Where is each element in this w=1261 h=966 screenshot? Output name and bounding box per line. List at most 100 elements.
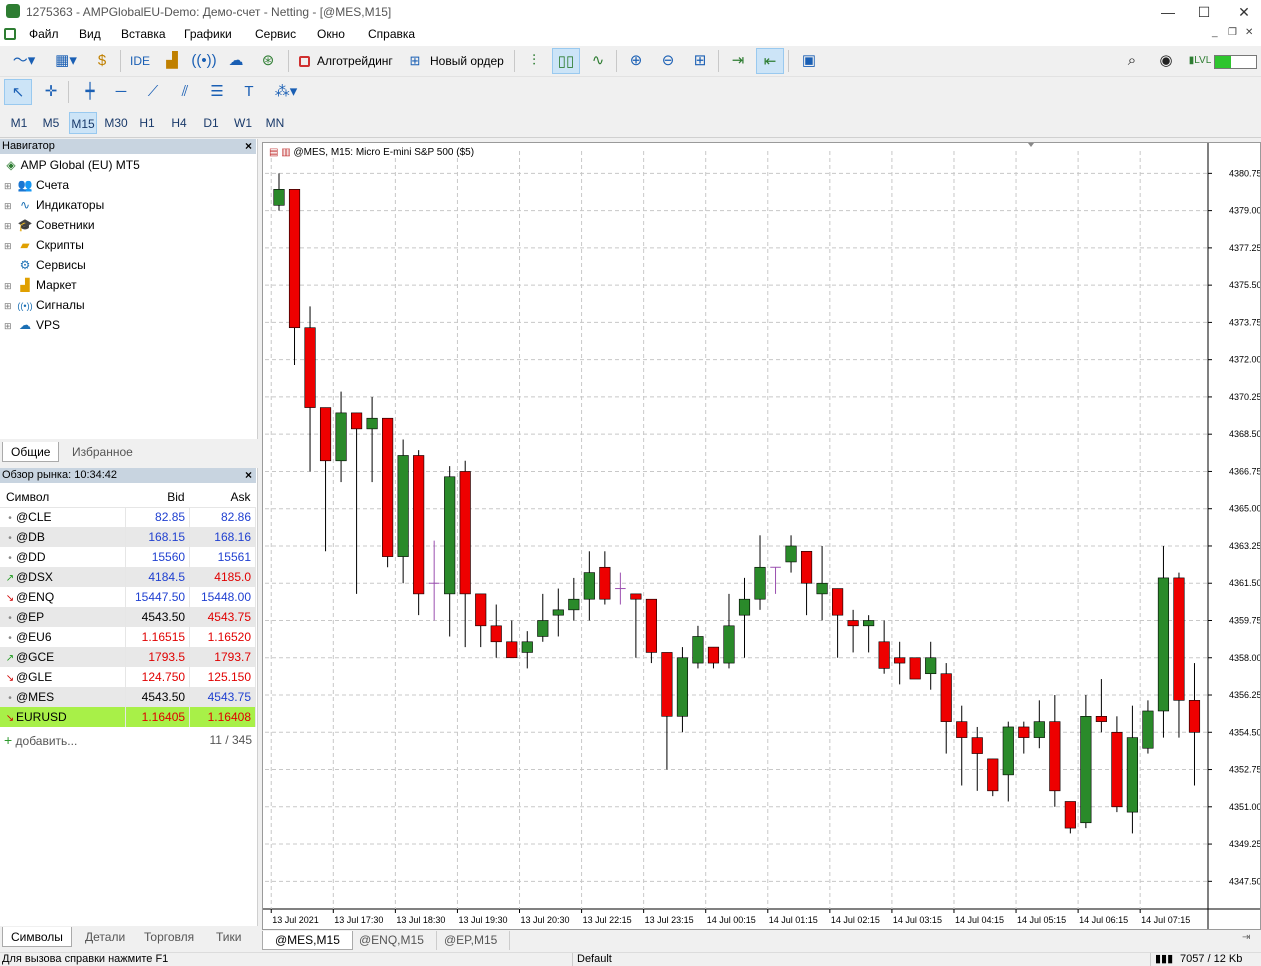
terminal-menu-icon[interactable] — [4, 28, 16, 40]
symbol-cell[interactable]: • @DB — [0, 527, 127, 547]
tabs-scroll-icon[interactable]: ⇥ — [1242, 932, 1250, 943]
timeframe-m1[interactable]: M1 — [5, 112, 33, 134]
new-order-icon[interactable]: ⊞ — [404, 48, 426, 74]
symbol-cell[interactable]: • @DD — [0, 547, 127, 567]
chart-tab-ep[interactable]: @EP,M15 — [432, 931, 511, 950]
expand-icon[interactable]: ⊞ — [4, 196, 14, 216]
chart-templates-icon[interactable]: ▦▾ — [46, 48, 86, 74]
close-button[interactable]: ✕ — [1221, 0, 1261, 24]
timeframe-m5[interactable]: M5 — [37, 112, 65, 134]
table-row[interactable]: • @EU6 1.16515 1.16520 — [0, 627, 256, 647]
symbol-cell[interactable]: • @MES — [0, 687, 127, 707]
symbol-cell[interactable]: ↗ @GCE — [0, 647, 127, 667]
mdi-close-button[interactable]: ✕ — [1245, 27, 1253, 38]
line-chart-icon[interactable]: ∿ — [584, 48, 612, 74]
nav-item-market[interactable]: ⊞ ▟ Маркет — [4, 275, 77, 295]
chart-props-icon[interactable]: ▥ — [281, 147, 290, 158]
chart-type-icon[interactable]: 〜▾ — [4, 48, 44, 74]
vps-cloud-icon[interactable]: ☁ — [222, 48, 250, 74]
symbol-cell[interactable]: • @CLE — [0, 507, 127, 527]
table-row[interactable]: ↗ @GCE 1793.5 1793.7 — [0, 647, 256, 667]
tab-ticks[interactable]: Тики — [208, 927, 249, 947]
navigator-root[interactable]: ◈ AMP Global (EU) MT5 — [4, 155, 139, 175]
chart-shift-icon[interactable]: ⇤ — [756, 48, 784, 74]
menu-file[interactable]: Файл — [29, 27, 59, 41]
expand-icon[interactable]: ⊞ — [4, 316, 14, 336]
search-icon[interactable]: ⌕ — [1118, 48, 1146, 74]
expand-icon[interactable]: ⊞ — [4, 216, 14, 236]
table-row[interactable]: ↗ @DSX 4184.5 4185.0 — [0, 567, 256, 587]
table-row[interactable]: • @EP 4543.50 4543.75 — [0, 607, 256, 627]
symbol-cell[interactable]: ↘ @ENQ — [0, 587, 127, 607]
tab-symbols[interactable]: Символы — [2, 927, 72, 947]
bar-chart-icon[interactable]: ⫶ — [520, 48, 548, 74]
expand-icon[interactable]: ⊞ — [4, 236, 14, 256]
table-row[interactable]: • @CLE 82.85 82.86 — [0, 507, 256, 527]
chart-tab-enq[interactable]: @ENQ,M15 — [347, 931, 437, 950]
menu-view[interactable]: Вид — [79, 27, 101, 41]
symbol-cell[interactable]: ↗ @DSX — [0, 567, 127, 587]
algotrading-button[interactable]: Алготрейдинг — [317, 54, 393, 68]
tab-trading[interactable]: Торговля — [136, 927, 202, 947]
nav-item-indicators[interactable]: ⊞ ∿ Индикаторы — [4, 195, 104, 215]
timeframe-w1[interactable]: W1 — [229, 112, 257, 134]
timeframe-h4[interactable]: H4 — [165, 112, 193, 134]
tab-favorites[interactable]: Избранное — [64, 442, 141, 462]
shapes-icon[interactable]: ⁂▾ — [267, 79, 305, 105]
horizontal-line-icon[interactable]: ─ — [107, 79, 135, 105]
zoom-out-icon[interactable]: ⊖ — [654, 48, 682, 74]
chart-menu-icon[interactable]: ▤ — [269, 147, 278, 158]
table-row[interactable]: ↘ @GLE 124.750 125.150 — [0, 667, 256, 687]
chart-tab-mes[interactable]: @MES,M15 — [262, 931, 353, 950]
new-order-button[interactable]: Новый ордер — [430, 54, 504, 68]
algotrading-icon[interactable] — [299, 56, 310, 67]
column-symbol[interactable]: Символ — [0, 487, 126, 508]
table-row[interactable]: • @MES 4543.50 4543.75 — [0, 687, 256, 707]
community-icon[interactable]: ⊛ — [254, 48, 282, 74]
crosshair-icon[interactable]: ✛ — [37, 79, 65, 105]
deposit-icon[interactable]: $ — [88, 48, 116, 74]
signals-icon[interactable]: ((•)) — [190, 48, 218, 74]
level2-icon[interactable]: ▮LVL — [1186, 48, 1214, 74]
timeframe-d1[interactable]: D1 — [197, 112, 225, 134]
autoscroll-icon[interactable]: ⇥ — [724, 48, 752, 74]
screenshot-icon[interactable]: ▣ — [795, 48, 823, 74]
symbol-cell[interactable]: ↘ @GLE — [0, 667, 127, 687]
menu-tools[interactable]: Сервис — [255, 27, 296, 41]
menu-insert[interactable]: Вставка — [121, 27, 166, 41]
table-row[interactable]: ↘ EURUSD 1.16405 1.16408 — [0, 707, 256, 727]
mdi-restore-button[interactable]: ❐ — [1228, 27, 1237, 38]
tab-details[interactable]: Детали — [77, 927, 133, 947]
nav-item-experts[interactable]: ⊞ 🎓 Советники — [4, 215, 95, 235]
timeframe-m30[interactable]: M30 — [101, 112, 131, 134]
candlestick-chart-icon[interactable]: ▯▯ — [552, 48, 580, 74]
column-ask[interactable]: Ask — [189, 487, 256, 508]
column-bid[interactable]: Bid — [125, 487, 190, 508]
market-bag-icon[interactable]: ▟ — [158, 48, 186, 74]
cursor-icon[interactable]: ↖ — [4, 79, 32, 105]
mdi-minimize-button[interactable]: _ — [1212, 27, 1218, 38]
expand-icon[interactable]: ⊞ — [4, 296, 14, 316]
price-chart[interactable]: 4380.75 4379.00 4377.25 4375.50 4373.75 4372.… — [263, 143, 1261, 929]
table-row[interactable]: • @DD 15560 15561 — [0, 547, 256, 567]
timeframe-mn[interactable]: MN — [261, 112, 289, 134]
table-row[interactable]: • @DB 168.15 168.16 — [0, 527, 256, 547]
menu-charts[interactable]: Графики — [184, 27, 232, 41]
zoom-in-icon[interactable]: ⊕ — [622, 48, 650, 74]
tile-windows-icon[interactable]: ⊞ — [686, 48, 714, 74]
nav-item-accounts[interactable]: ⊞ 👥 Счета — [4, 175, 69, 195]
menu-help[interactable]: Справка — [368, 27, 415, 41]
add-symbol-link[interactable]: добавить... — [16, 734, 78, 748]
timeframe-h1[interactable]: H1 — [133, 112, 161, 134]
market-watch-close-icon[interactable]: × — [245, 468, 252, 483]
nav-item-signals[interactable]: ⊞ ((•)) Сигналы — [4, 295, 85, 315]
tab-common[interactable]: Общие — [2, 442, 60, 462]
chart-window[interactable]: 4380.75 4379.00 4377.25 4375.50 4373.75 4372.… — [262, 142, 1261, 930]
fibonacci-icon[interactable]: ☰ — [203, 79, 231, 105]
nav-item-vps[interactable]: ⊞ ☁ VPS — [4, 315, 60, 335]
text-icon[interactable]: T — [235, 79, 263, 105]
nav-item-services[interactable]: ⚙ Сервисы — [4, 255, 86, 275]
expand-icon[interactable]: ⊞ — [4, 276, 14, 296]
trendline-icon[interactable]: ⟋ — [139, 79, 167, 105]
vertical-line-icon[interactable]: ┿ — [76, 79, 104, 105]
